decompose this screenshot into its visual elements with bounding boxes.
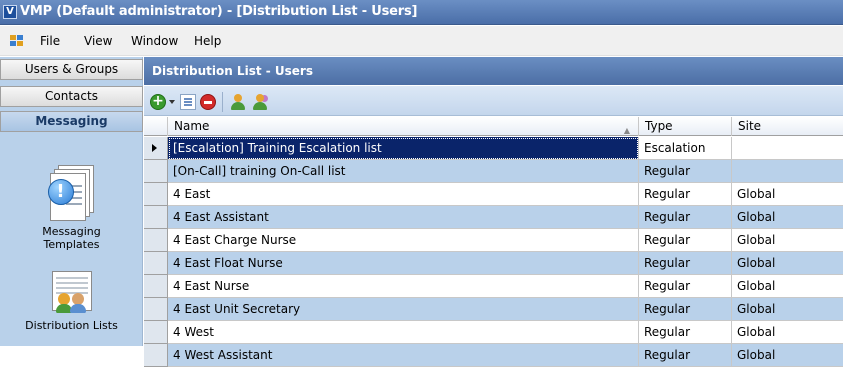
users-icon[interactable] xyxy=(252,94,268,110)
table-row[interactable]: [On-Call] training On-Call list Regular xyxy=(144,160,843,183)
current-row-arrow-icon xyxy=(152,144,157,152)
cell-site[interactable]: Global xyxy=(732,344,843,367)
menu-window[interactable]: Window xyxy=(131,34,178,48)
cell-site[interactable] xyxy=(732,137,843,160)
left-navigation: Users & Groups Contacts Messaging ! Mess… xyxy=(0,57,143,346)
cell-type[interactable]: Regular xyxy=(639,183,732,206)
row-selector[interactable] xyxy=(144,252,168,275)
delete-icon[interactable] xyxy=(200,94,216,110)
cell-type[interactable]: Regular xyxy=(639,344,732,367)
menu-file[interactable]: File xyxy=(40,34,60,48)
column-header-type[interactable]: Type xyxy=(639,117,732,136)
row-selector[interactable] xyxy=(144,275,168,298)
user-icon[interactable] xyxy=(230,94,246,110)
cell-name[interactable]: 4 West xyxy=(168,321,639,344)
nav-messaging-button[interactable]: Messaging xyxy=(0,111,143,132)
row-selector[interactable] xyxy=(144,344,168,367)
window-title: VMP (Default administrator) - [Distribut… xyxy=(20,4,418,19)
row-selector[interactable] xyxy=(144,137,168,160)
cell-type[interactable]: Regular xyxy=(639,206,732,229)
edit-icon[interactable] xyxy=(180,94,196,110)
row-selector[interactable] xyxy=(144,206,168,229)
distribution-lists-icon xyxy=(48,271,96,317)
messaging-templates-label-1: Messaging xyxy=(42,225,101,238)
panel-title: Distribution List - Users xyxy=(144,57,843,85)
table-row[interactable]: 4 East Assistant Regular Global xyxy=(144,206,843,229)
cell-name[interactable]: 4 West Assistant xyxy=(168,344,639,367)
cell-name[interactable]: 4 East Float Nurse xyxy=(168,252,639,275)
table-row[interactable]: 4 East Unit Secretary Regular Global xyxy=(144,298,843,321)
column-header-name-label: Name xyxy=(174,119,210,133)
add-icon[interactable]: + xyxy=(150,94,166,110)
menu-bar: File View Window Help xyxy=(0,26,843,56)
cell-type[interactable]: Regular xyxy=(639,321,732,344)
cell-name[interactable]: 4 East Charge Nurse xyxy=(168,229,639,252)
cell-type[interactable]: Regular xyxy=(639,160,732,183)
row-selector[interactable] xyxy=(144,160,168,183)
row-selector[interactable] xyxy=(144,321,168,344)
cell-name[interactable]: [On-Call] training On-Call list xyxy=(168,160,639,183)
row-selector-header xyxy=(144,117,168,136)
table-row[interactable]: 4 East Nurse Regular Global xyxy=(144,275,843,298)
menu-help[interactable]: Help xyxy=(194,34,221,48)
table-row[interactable]: 4 West Regular Global xyxy=(144,321,843,344)
row-selector[interactable] xyxy=(144,183,168,206)
row-selector[interactable] xyxy=(144,229,168,252)
cell-name[interactable]: 4 East Assistant xyxy=(168,206,639,229)
messaging-templates-label-2: Templates xyxy=(43,238,100,251)
table-row[interactable]: 4 East Charge Nurse Regular Global xyxy=(144,229,843,252)
cell-site[interactable]: Global xyxy=(732,252,843,275)
cell-site[interactable]: Global xyxy=(732,275,843,298)
cell-site[interactable]: Global xyxy=(732,183,843,206)
row-selector[interactable] xyxy=(144,298,168,321)
nav-users-groups-button[interactable]: Users & Groups xyxy=(0,59,143,80)
cell-type[interactable]: Regular xyxy=(639,229,732,252)
cell-site[interactable]: Global xyxy=(732,206,843,229)
table-row[interactable]: 4 East Regular Global xyxy=(144,183,843,206)
column-header-site[interactable]: Site xyxy=(732,117,843,136)
cell-name[interactable]: 4 East Unit Secretary xyxy=(168,298,639,321)
cell-site[interactable]: Global xyxy=(732,321,843,344)
table-row[interactable]: [Escalation] Training Escalation list Esc… xyxy=(144,137,843,160)
title-bar: V VMP (Default administrator) - [Distrib… xyxy=(0,0,843,25)
distribution-lists-label: Distribution Lists xyxy=(25,319,118,332)
toolbar: + xyxy=(144,86,843,116)
cell-name[interactable]: 4 East Nurse xyxy=(168,275,639,298)
app-icon: V xyxy=(3,5,17,19)
cell-type[interactable]: Escalation xyxy=(639,137,732,160)
nav-contacts-button[interactable]: Contacts xyxy=(0,86,143,107)
cell-site[interactable]: Global xyxy=(732,229,843,252)
cell-type[interactable]: Regular xyxy=(639,275,732,298)
table-row[interactable]: 4 East Float Nurse Regular Global xyxy=(144,252,843,275)
cell-type[interactable]: Regular xyxy=(639,252,732,275)
add-dropdown-arrow-icon[interactable] xyxy=(169,100,175,104)
column-header-name[interactable]: Name ▲ xyxy=(168,117,639,136)
nav-tile-distribution-lists[interactable]: Distribution Lists xyxy=(0,271,143,332)
toolbar-separator xyxy=(222,92,223,112)
grid-header: Name ▲ Type Site xyxy=(144,117,843,136)
cell-site[interactable]: Global xyxy=(732,298,843,321)
distribution-list-grid: Name ▲ Type Site [Escalation] Training E… xyxy=(144,117,843,367)
main-panel: Distribution List - Users + Name ▲ Type … xyxy=(144,57,843,367)
nav-tile-messaging-templates[interactable]: ! Messaging Templates xyxy=(0,165,143,251)
cell-type[interactable]: Regular xyxy=(639,298,732,321)
menu-view[interactable]: View xyxy=(84,34,112,48)
table-row[interactable]: 4 West Assistant Regular Global xyxy=(144,344,843,367)
messaging-templates-icon: ! xyxy=(47,165,96,221)
cell-site[interactable] xyxy=(732,160,843,183)
cell-name[interactable]: [Escalation] Training Escalation list xyxy=(168,137,639,160)
cell-name[interactable]: 4 East xyxy=(168,183,639,206)
app-menu-icon[interactable] xyxy=(10,35,24,47)
